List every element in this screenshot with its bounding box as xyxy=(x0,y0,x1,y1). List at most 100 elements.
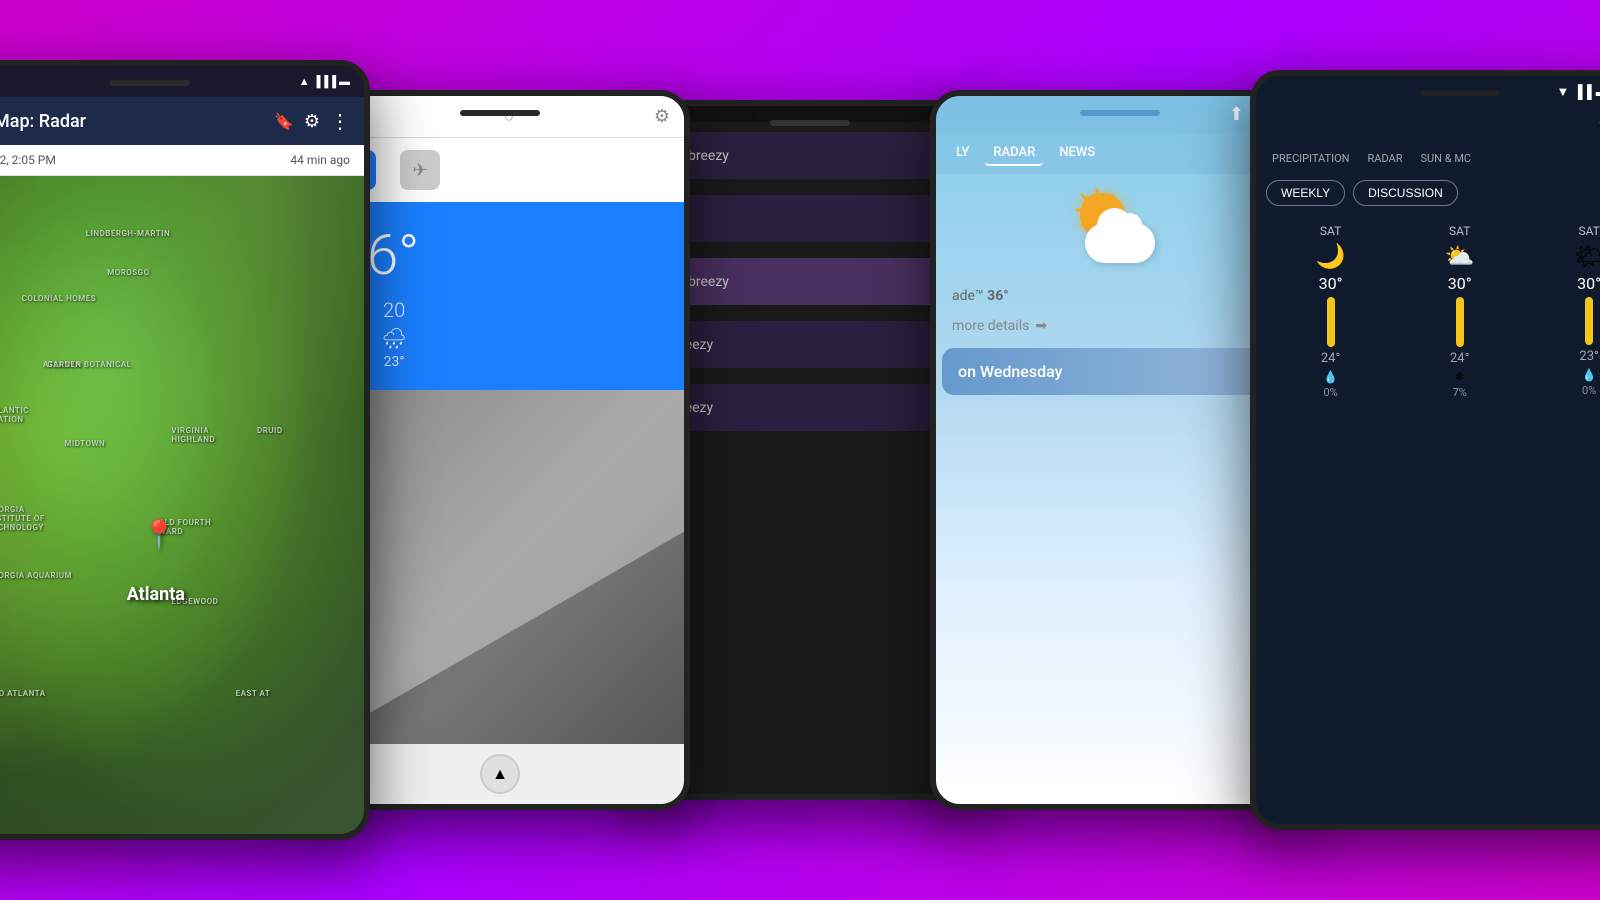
forecast-buttons: WEEKLY DISCUSSION xyxy=(1256,172,1600,214)
map-city-name: Atlanta xyxy=(127,584,185,605)
arrow-circle-icon: ➡ xyxy=(1035,318,1047,334)
phone2-background xyxy=(316,390,684,744)
map-label-aquarium: Georgia Aquarium xyxy=(0,571,72,580)
on-wednesday-text: on Wednesday xyxy=(958,362,1062,381)
day1-low-temp: 24° xyxy=(1321,351,1340,366)
feelslike-label: ade™ xyxy=(952,288,987,304)
phone-5: ▼ ▐▐ ▬ 12:30 🔍 ⬆ PRECIPITATION RADAR SUN… xyxy=(1250,70,1600,830)
time-ago-label: 44 min ago xyxy=(290,153,350,167)
bookmark-icon[interactable]: 🔖 xyxy=(274,112,294,131)
phone2-battery-bar: 23% ○ ⚙ xyxy=(316,96,684,138)
weather-widget: 26° 18 🌧 26° 20 🌧 23° xyxy=(316,202,684,390)
day2-precip-icon: ❄ xyxy=(1455,370,1465,384)
map-label-lindbergh: LINDBERGH-MARTIN xyxy=(86,229,170,238)
day2-name: SAT xyxy=(1449,224,1470,238)
map-label-morosgo: MOROSGO xyxy=(107,268,149,277)
weather-list-item-5[interactable]: & breezy ∨ xyxy=(644,384,976,431)
tab-sunmoon[interactable]: SUN & MC xyxy=(1415,149,1478,168)
tab-precipitation[interactable]: PRECIPITATION xyxy=(1266,149,1356,168)
day1-high-temp: 30° xyxy=(1319,274,1343,293)
map-title: Map: Radar xyxy=(0,111,264,132)
radar-overlay xyxy=(0,176,364,834)
current-temp: 26° xyxy=(336,222,664,288)
day2-low-temp: 24° xyxy=(1450,351,1469,366)
map-label-colonial: COLONIAL HOMES xyxy=(22,294,97,303)
map-label-eastat: EAST AT xyxy=(236,689,271,698)
map-label-atlantic: ATLANTICSTATION xyxy=(0,406,29,424)
day2-high-temp: 30° xyxy=(1448,274,1472,293)
day2-high: 20 xyxy=(383,298,405,322)
cloud-icon xyxy=(1085,223,1155,263)
day1-bar xyxy=(1327,297,1335,347)
phone1-date-bar: Fri, Mar 22, 2:05 PM 44 min ago xyxy=(0,145,364,176)
speaker-bar xyxy=(110,80,190,86)
phone1-toolbar: ▶ Map: Radar 🔖 ⚙ ⋮ xyxy=(0,97,364,145)
day2-icon: 🌧 xyxy=(381,326,406,350)
day2-precip: ❄ 7% xyxy=(1453,370,1467,399)
phone4-weather-icon xyxy=(936,174,1304,282)
feelslike-text: ade™ 36° xyxy=(936,282,1304,310)
discussion-button[interactable]: DISCUSSION xyxy=(1353,180,1458,206)
signal-icon: ▐▐▐ xyxy=(313,75,336,88)
feelslike-value: 36° xyxy=(987,288,1009,304)
forecast-col-2: SAT ⛅ 30° 24° ❄ 7% xyxy=(1445,224,1475,399)
phone4-speaker xyxy=(1080,110,1160,116)
day3-bar xyxy=(1585,297,1593,345)
weather-list-item-1[interactable]: ar & breezy ∨ xyxy=(644,132,976,179)
forecast-day-2: 20 🌧 23° xyxy=(381,298,406,370)
phone5-speaker xyxy=(1420,90,1500,96)
tab-radar[interactable]: RADAR xyxy=(985,141,1043,166)
day3-low-temp: 23° xyxy=(1579,349,1598,364)
phone-1: 2:49 ▲ ▐▐▐ ▬ ▶ Map: Radar 🔖 ⚙ ⋮ Fri, Mar… xyxy=(0,60,370,840)
airplane-icon-button[interactable]: ✈ xyxy=(400,150,440,190)
tab-radar-p5[interactable]: RADAR xyxy=(1362,149,1409,168)
fab-button[interactable]: ▲ xyxy=(480,754,520,794)
weather-list-item-4[interactable]: & breezy ∨ xyxy=(644,321,976,368)
tab-news[interactable]: NEWS xyxy=(1051,141,1103,166)
phones-container: 2:49 ▲ ▐▐▐ ▬ ▶ Map: Radar 🔖 ⚙ ⋮ Fri, Mar… xyxy=(0,40,1600,860)
weather-list-item-2[interactable]: ar ∨ xyxy=(644,195,976,242)
date-label: Fri, Mar 22, 2:05 PM xyxy=(0,153,56,167)
settings-gear-icon[interactable]: ⚙ xyxy=(654,106,670,127)
wifi-icon-p5: ▼ xyxy=(1556,84,1569,100)
phone5-footer: K xyxy=(1256,409,1600,824)
wifi-icon: ▲ xyxy=(299,75,310,88)
signal-icon-p5: ▐▐ xyxy=(1573,84,1591,100)
day2-bar xyxy=(1456,297,1464,347)
share-icon-phone4[interactable]: ⬆ xyxy=(1229,104,1244,125)
settings-icon[interactable]: ⚙ xyxy=(304,111,320,132)
map-label-zoo: Zoo Atlanta xyxy=(0,689,46,698)
map-label-virginia: VIRGINIAHIGHLAND xyxy=(171,426,215,444)
day1-precip-icon: 💧 xyxy=(1323,370,1338,384)
day3-precip-pct: 0% xyxy=(1582,384,1596,397)
phone5-sub-tabs: PRECIPITATION RADAR SUN & MC xyxy=(1256,145,1600,172)
forecast-col-3: SAT 🌤 30° 23° 💧 0% xyxy=(1574,224,1600,399)
day2-weather-icon: ⛅ xyxy=(1445,242,1475,270)
on-wednesday-banner: on Wednesday xyxy=(942,348,1298,395)
battery-icon: ▬ xyxy=(339,75,350,88)
battery-icon-p5: ▬ xyxy=(1596,84,1600,100)
weekly-button[interactable]: WEEKLY xyxy=(1266,180,1345,206)
day1-name: SAT xyxy=(1320,224,1341,238)
spacer xyxy=(1270,84,1556,100)
forecast-row: 18 🌧 26° 20 🌧 23° xyxy=(336,298,664,370)
day3-high-temp: 30° xyxy=(1577,274,1600,293)
quick-icons-row: 📱 ✈ xyxy=(316,138,684,202)
map-label-garden: Garden xyxy=(47,360,81,369)
weather-list-item-3[interactable]: ar & breezy ∨ xyxy=(644,258,976,305)
phone4-tabs: LY RADAR NEWS xyxy=(936,133,1304,174)
phone3-speaker xyxy=(770,120,850,126)
map-view[interactable]: Rain Snow Mixed LINDBERGH-MARTIN MOROSGO… xyxy=(0,176,364,834)
sun-partial-icon xyxy=(1075,188,1165,268)
day2-precip-pct: 7% xyxy=(1453,386,1467,399)
phone2-bottom: ▲ xyxy=(316,744,684,804)
phone5-toolbar: 🔍 ⬆ xyxy=(1256,108,1600,145)
up-icon: ▲ xyxy=(492,764,508,784)
forecast-days-row: SAT 🌙 30° 24° 💧 0% SAT ⛅ 30° 24° xyxy=(1256,214,1600,409)
day3-precip: 💧 0% xyxy=(1582,368,1597,397)
map-label-midtown: MIDTOWN xyxy=(64,439,105,448)
tab-ly[interactable]: LY xyxy=(948,141,977,166)
more-details-link[interactable]: more details ➡ xyxy=(936,310,1304,342)
more-icon[interactable]: ⋮ xyxy=(330,109,350,133)
day1-weather-icon: 🌙 xyxy=(1316,242,1346,270)
